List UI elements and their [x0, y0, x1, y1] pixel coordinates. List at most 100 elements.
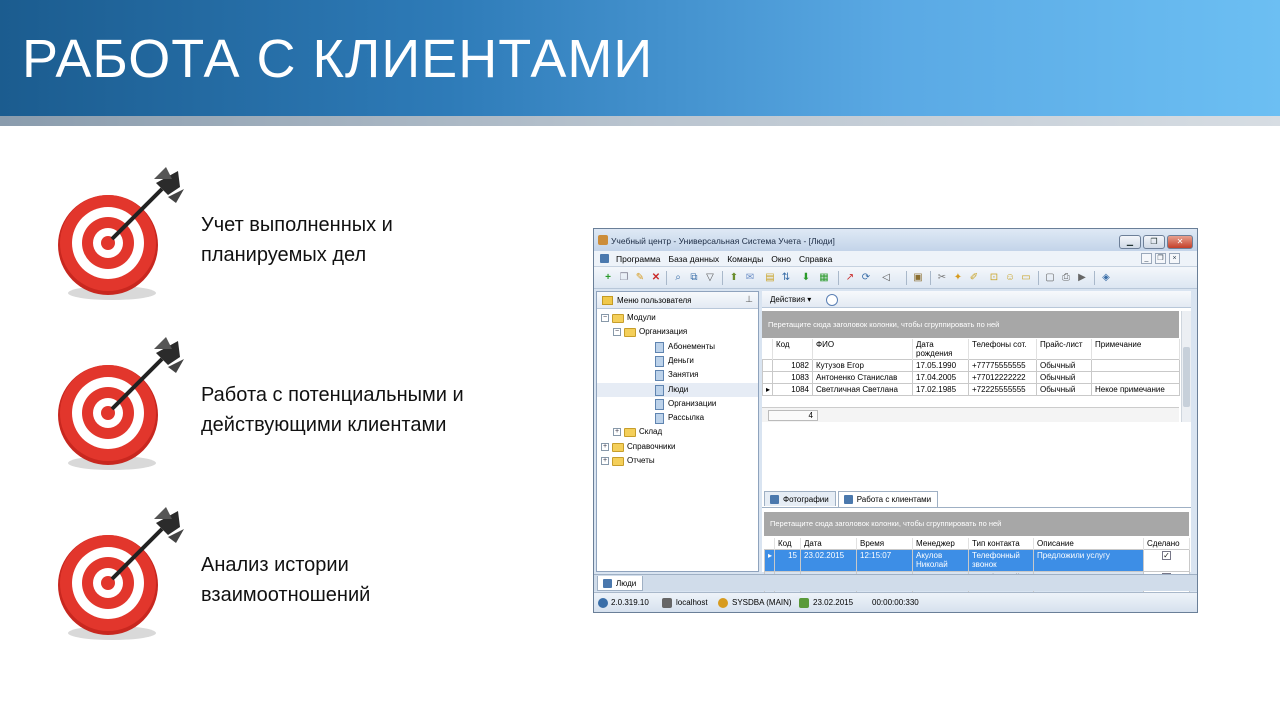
- minimize-button[interactable]: ▁: [1119, 235, 1141, 249]
- refresh-icon[interactable]: ⟳: [860, 272, 872, 284]
- pin-icon[interactable]: ⊥: [745, 294, 753, 305]
- column-header[interactable]: Менеджер: [912, 538, 969, 550]
- wizard-icon[interactable]: ✦: [952, 272, 964, 284]
- column-header[interactable]: Тип контакта: [968, 538, 1034, 550]
- column-header[interactable]: Описание: [1033, 538, 1144, 550]
- expand-toggle-icon[interactable]: −: [601, 314, 609, 322]
- scrollbar-thumb[interactable]: [1183, 347, 1190, 407]
- menu-item[interactable]: Программа: [616, 254, 661, 264]
- add-icon[interactable]: +: [602, 272, 614, 284]
- delete-icon[interactable]: ✕: [650, 272, 662, 284]
- menu-item[interactable]: База данных: [669, 254, 720, 264]
- column-header[interactable]: Сделано: [1143, 538, 1190, 550]
- actions-menu-button[interactable]: Действия ▾: [770, 295, 811, 304]
- lock-icon[interactable]: ⊡: [988, 272, 1000, 284]
- notes-icon[interactable]: ✐: [968, 272, 980, 284]
- close-button[interactable]: ✕: [1167, 235, 1193, 249]
- sound-icon[interactable]: ◁: [880, 272, 892, 284]
- row-indicator-header: [762, 339, 773, 360]
- copy-icon[interactable]: ❐: [618, 272, 630, 284]
- detail-tab[interactable]: Работа с клиентами: [837, 491, 939, 507]
- print-setup-icon[interactable]: ▦: [818, 272, 830, 284]
- tree-item[interactable]: + Отчеты: [597, 454, 758, 468]
- search-icon[interactable]: ⌕: [672, 272, 684, 284]
- column-header[interactable]: ФИО: [812, 339, 913, 360]
- tree-item[interactable]: + Справочники: [597, 440, 758, 454]
- group-icon[interactable]: ▤: [764, 272, 776, 284]
- mdi-minimize-button[interactable]: _: [1141, 253, 1152, 264]
- tree-item[interactable]: Деньги: [597, 354, 758, 368]
- toolbar-separator: [906, 271, 907, 285]
- open-icon[interactable]: ↗: [844, 272, 856, 284]
- target-dart-icon: [58, 337, 184, 470]
- table-row[interactable]: ▸ 1084 Светличная Светлана 17.02.1985 +72225…: [762, 383, 1180, 396]
- toolbar-separator: [838, 271, 839, 285]
- menu-item[interactable]: Команды: [727, 254, 763, 264]
- detail-tab[interactable]: Фотографии: [764, 491, 836, 506]
- table-row[interactable]: 1083 Антоненко Станислав 17.04.2005 +770122…: [762, 371, 1180, 384]
- doc-tab-people[interactable]: Люди: [597, 576, 644, 591]
- export-icon[interactable]: ⬇: [800, 272, 812, 284]
- tree-item[interactable]: − Организация: [597, 325, 758, 339]
- column-header[interactable]: Время: [856, 538, 913, 550]
- expand-toggle-icon[interactable]: +: [613, 428, 621, 437]
- column-header[interactable]: Код: [774, 538, 801, 550]
- tree-item[interactable]: Организации: [597, 397, 758, 411]
- expand-toggle-icon[interactable]: −: [613, 328, 621, 337]
- table-row[interactable]: ▸ 15 23.02.2015 12:15:07 Акулов Николай Телеф…: [764, 549, 1190, 572]
- tree-item-label: Люди: [668, 384, 689, 394]
- done-checkbox[interactable]: ✓: [1162, 551, 1171, 560]
- find-next-icon[interactable]: ⧉: [688, 272, 700, 284]
- column-header[interactable]: Телефоны сот.: [968, 339, 1037, 360]
- tree-item[interactable]: Люди: [597, 382, 758, 397]
- column-header[interactable]: Дата рождения: [912, 339, 969, 360]
- row-indicator: [762, 371, 773, 384]
- tree-item-label: Организация: [639, 327, 688, 337]
- window-titlebar[interactable]: Учебный центр - Универсальная Система Уч…: [594, 229, 1197, 251]
- clock-icon[interactable]: [826, 294, 838, 306]
- run-icon[interactable]: ▶: [1076, 272, 1088, 284]
- layout-icon[interactable]: ▢: [1044, 272, 1056, 284]
- menu-items: Программа База данных Команды Окно Справка: [616, 254, 832, 264]
- filter-icon[interactable]: ▽: [704, 272, 716, 284]
- expand-toggle-icon[interactable]: +: [601, 442, 609, 451]
- contacts-group-by-area[interactable]: Перетащите сюда заголовок колонки, чтобы…: [764, 512, 1189, 536]
- tree-item[interactable]: Абонементы: [597, 340, 758, 354]
- column-header[interactable]: Прайс-лист: [1036, 339, 1092, 360]
- column-header[interactable]: Код: [772, 339, 813, 360]
- mdi-close-button[interactable]: ×: [1169, 253, 1180, 264]
- table-cell: Телефонный звонок: [968, 549, 1034, 572]
- maximize-button[interactable]: ❐: [1143, 235, 1165, 249]
- print-icon[interactable]: ⎙: [1060, 272, 1072, 284]
- bullet-line: планируемых дел: [201, 244, 367, 266]
- people-icon[interactable]: ☺: [1004, 272, 1016, 284]
- edit-icon[interactable]: ✎: [634, 272, 646, 284]
- group-by-area[interactable]: Перетащите сюда заголовок колонки, чтобы…: [762, 311, 1179, 338]
- people-scrollbar[interactable]: [1181, 311, 1191, 422]
- menu-item[interactable]: Окно: [771, 254, 791, 264]
- table-cell: Обычный: [1036, 359, 1092, 372]
- tree-item[interactable]: + Склад: [597, 425, 758, 439]
- mdi-restore-button[interactable]: ❐: [1155, 253, 1166, 264]
- column-header[interactable]: Примечание: [1091, 339, 1180, 360]
- table-cell: 1083: [772, 371, 813, 384]
- folder-icon: [624, 328, 636, 338]
- people-view: Действия ▾ Перетащите сюда заголовок кол…: [762, 291, 1191, 612]
- help-icon[interactable]: ◈: [1100, 272, 1112, 284]
- tools-icon[interactable]: ✂: [936, 272, 948, 284]
- import-icon[interactable]: ⬆: [728, 272, 740, 284]
- bullet-line: Учет выполненных и: [201, 214, 393, 236]
- tree-item[interactable]: − Модули: [597, 311, 758, 325]
- comment-icon[interactable]: ✉: [744, 272, 756, 284]
- table-row[interactable]: 1082 Кутузов Егор 17.05.1990 +77775555555 Об…: [762, 359, 1180, 372]
- menu-item[interactable]: Справка: [799, 254, 832, 264]
- sort-icon[interactable]: ⇅: [780, 272, 792, 284]
- tree-item[interactable]: Занятия: [597, 368, 758, 382]
- folder-icon[interactable]: ▭: [1020, 272, 1032, 284]
- tree-item[interactable]: Рассылка: [597, 411, 758, 425]
- slide-title: РАБОТА С КЛИЕНТАМИ: [22, 29, 654, 89]
- expand-toggle-icon[interactable]: +: [601, 457, 609, 465]
- column-header[interactable]: Дата: [800, 538, 857, 550]
- status-version: 2.0.319.10: [611, 598, 649, 607]
- calendar-icon[interactable]: ▣: [912, 272, 924, 284]
